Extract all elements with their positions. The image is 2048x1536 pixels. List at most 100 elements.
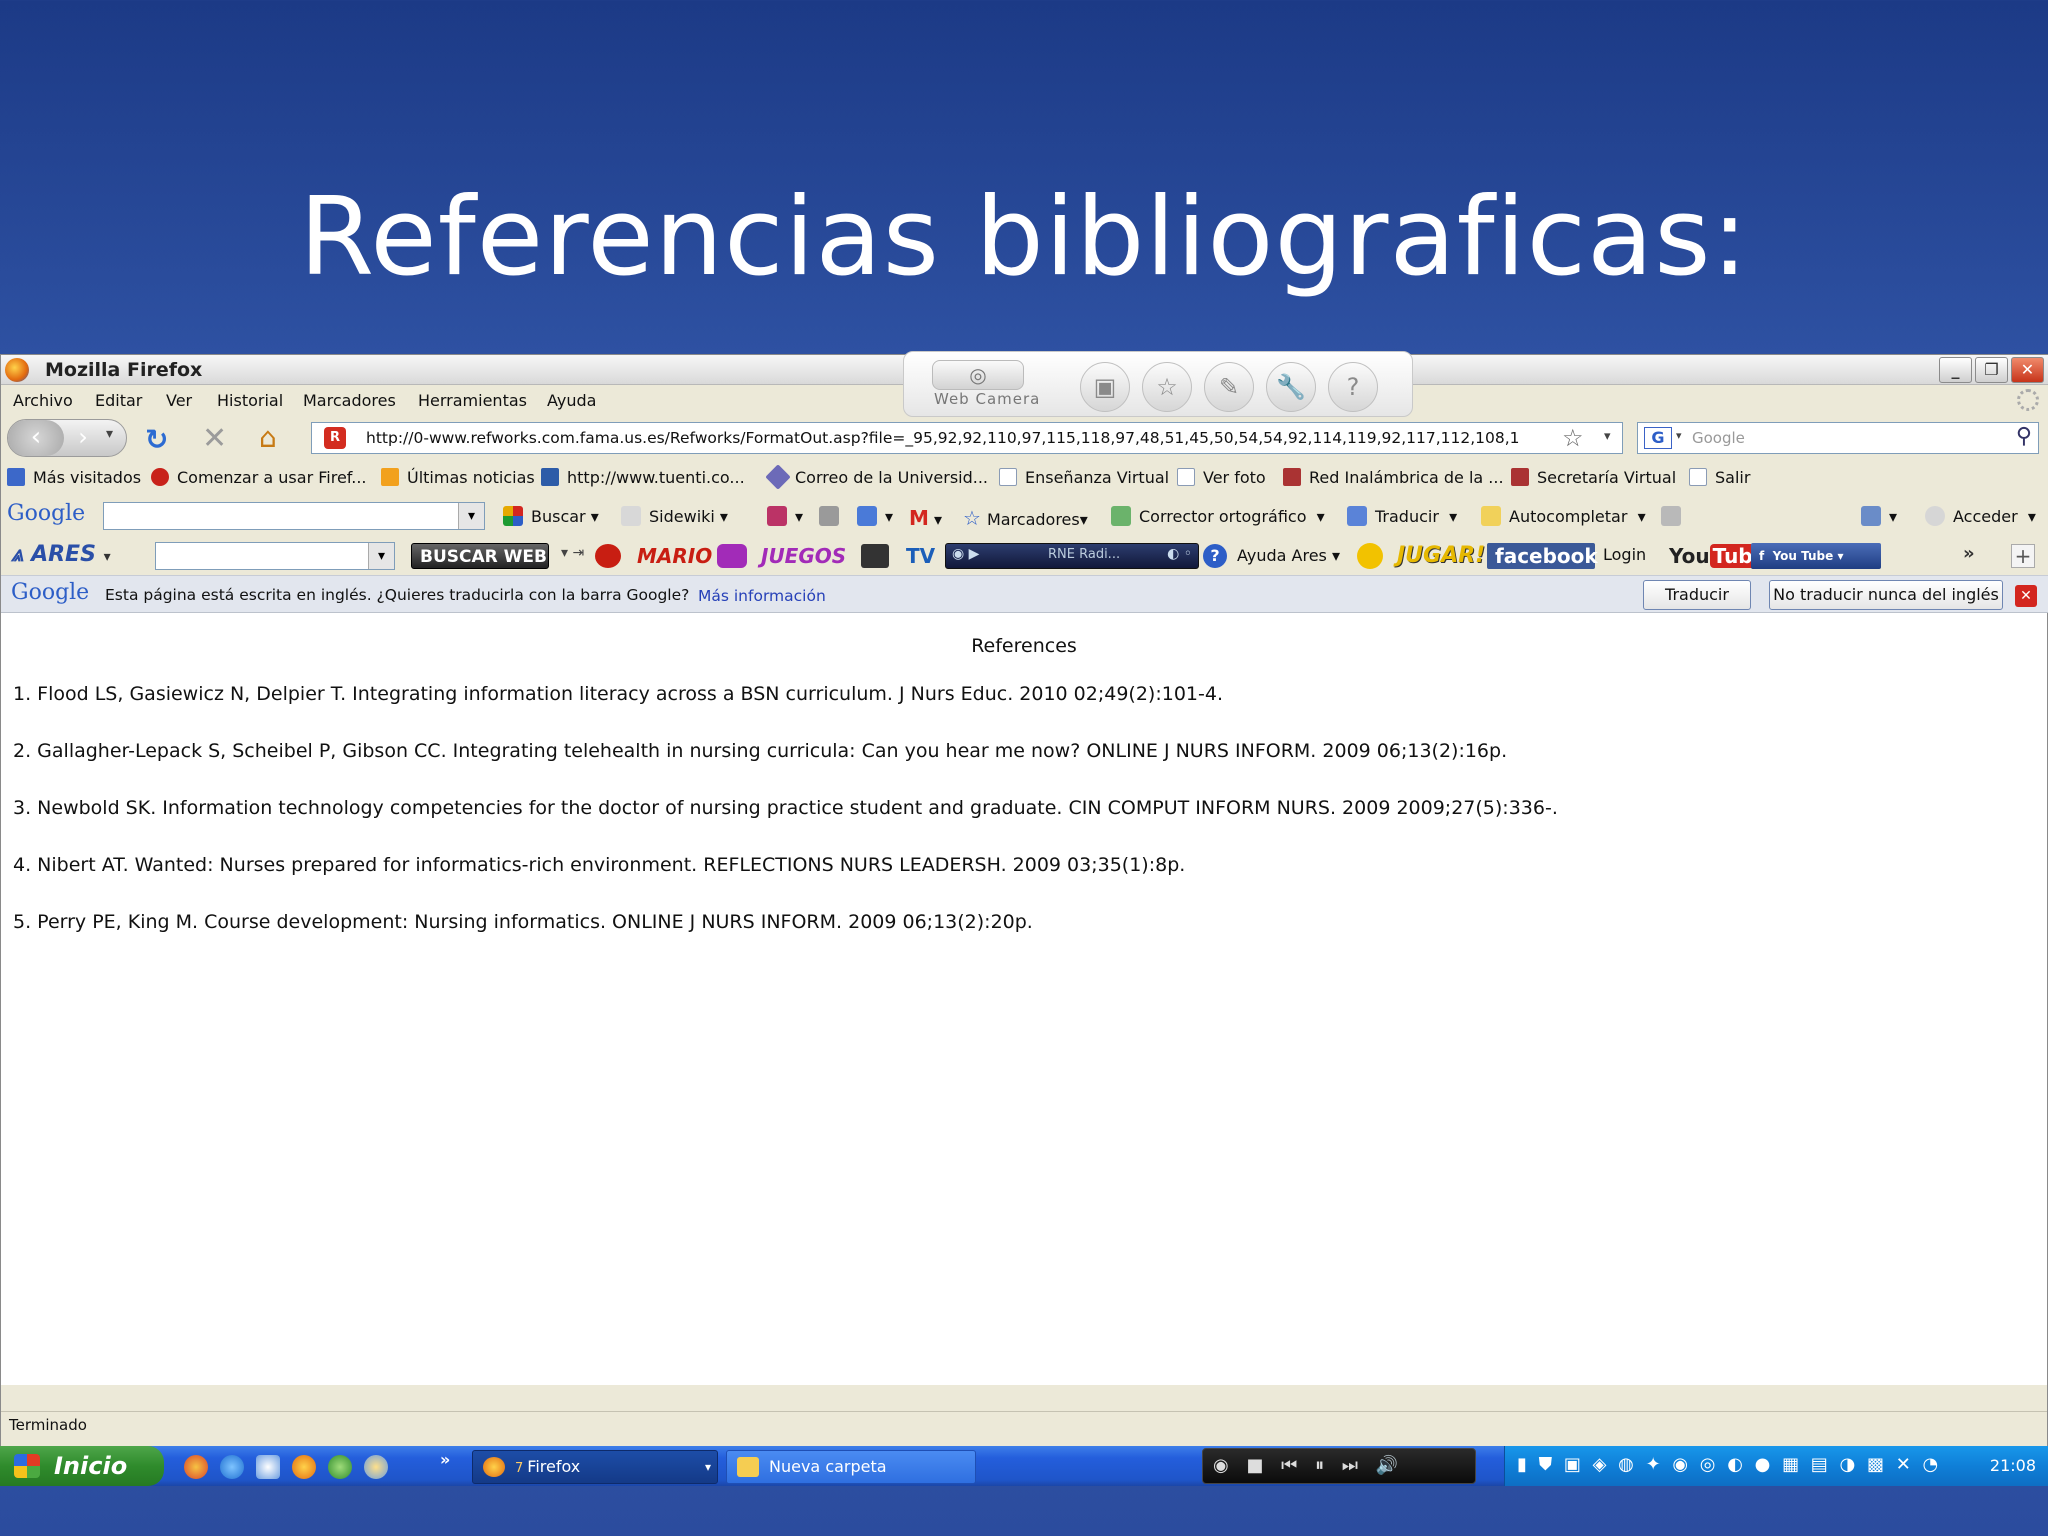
reference-item: 2. Gallagher-Lepack S, Scheibel P, Gibso… bbox=[13, 740, 1508, 762]
menu-ver[interactable]: Ver bbox=[166, 391, 192, 410]
engine-dropdown-icon[interactable]: ▾ bbox=[1676, 429, 1682, 442]
google-marcadores-button[interactable]: ☆ Marcadores▾ bbox=[963, 506, 1088, 530]
slide-title: Referencias bibliograficas: bbox=[299, 175, 1749, 300]
forward-button[interactable]: › bbox=[68, 422, 98, 454]
dropdown-arrow-icon[interactable]: ▾ bbox=[368, 543, 394, 569]
search-icon[interactable]: ⚲ bbox=[2016, 424, 2032, 449]
tuenti-icon bbox=[541, 468, 559, 486]
windows-flag-icon bbox=[14, 1454, 40, 1478]
ares-search-input[interactable]: ▾ bbox=[155, 542, 395, 570]
minimize-button[interactable]: _ bbox=[1939, 357, 1972, 383]
camera-icon[interactable]: ◎ bbox=[932, 360, 1024, 390]
edit-icon[interactable]: ✎ bbox=[1204, 362, 1254, 412]
star-icon[interactable]: ☆ bbox=[1142, 362, 1192, 412]
tv-button[interactable]: TV bbox=[898, 543, 943, 569]
start-button[interactable]: Inicio bbox=[0, 1446, 164, 1486]
gmail-icon[interactable]: M ▾ bbox=[909, 506, 942, 530]
traducir-button[interactable]: Traducir ▾ bbox=[1347, 506, 1457, 526]
url-bar[interactable]: R http://0-www.refworks.com.fama.us.es/R… bbox=[311, 422, 1623, 454]
clock: 21:08 bbox=[1989, 1456, 2036, 1475]
toolbar-overflow-icon[interactable]: » bbox=[1963, 543, 1975, 564]
google-toolbar-input[interactable]: ▾ bbox=[103, 502, 485, 530]
mario-icon bbox=[595, 544, 621, 568]
bookmark-ultimas-noticias[interactable]: Últimas noticias bbox=[381, 468, 535, 487]
quicklaunch-more-icon[interactable]: » bbox=[440, 1450, 450, 1469]
menu-archivo[interactable]: Archivo bbox=[13, 391, 73, 410]
bookmark-tuenti[interactable]: http://www.tuenti.co... bbox=[541, 468, 745, 487]
app-icon[interactable] bbox=[364, 1455, 388, 1479]
chrome-icon[interactable] bbox=[184, 1455, 208, 1479]
volume-icon[interactable]: ◐ ◦ bbox=[1167, 546, 1192, 562]
google-engine-icon[interactable]: G bbox=[1644, 427, 1672, 449]
menu-historial[interactable]: Historial bbox=[217, 391, 283, 410]
bookmark-red-inalambrica[interactable]: Red Inalámbrica de la ... bbox=[1283, 468, 1504, 487]
internet-explorer-icon[interactable] bbox=[220, 1455, 244, 1479]
close-button[interactable]: ✕ bbox=[2011, 357, 2044, 383]
stop-button[interactable]: ✕ bbox=[202, 421, 227, 456]
facebook-youtube-button[interactable]: f You Tube ▾ bbox=[1751, 543, 1881, 569]
google-buscar-button[interactable]: Buscar ▾ bbox=[503, 506, 599, 526]
bookmark-comenzar[interactable]: Comenzar a usar Firef... bbox=[151, 468, 367, 487]
history-dropdown-icon[interactable]: ▾ bbox=[106, 426, 113, 442]
url-dropdown-icon[interactable]: ▾ bbox=[1604, 429, 1611, 444]
bookmark-correo[interactable]: Correo de la Universid... bbox=[765, 464, 988, 490]
taskbar-firefox-button[interactable]: 7 Firefox ▾ bbox=[472, 1450, 718, 1484]
url-text[interactable]: http://0-www.refworks.com.fama.us.es/Ref… bbox=[366, 429, 1556, 447]
bookmark-ensenanza-virtual[interactable]: Enseñanza Virtual bbox=[999, 468, 1169, 487]
maximize-button[interactable]: ❐ bbox=[1975, 357, 2008, 383]
menu-marcadores[interactable]: Marcadores bbox=[303, 391, 396, 410]
more-info-link[interactable]: Más información bbox=[698, 587, 826, 605]
highlight-icon[interactable] bbox=[1661, 506, 1689, 526]
bookmark-mas-visitados[interactable]: Más visitados bbox=[7, 468, 141, 487]
bookmark-secretaria-virtual[interactable]: Secretaría Virtual bbox=[1511, 468, 1676, 487]
autocompletar-button[interactable]: Autocompletar ▾ bbox=[1481, 506, 1646, 526]
tray-icons[interactable]: ▮ ⛊ ▣ ◈ ◍ ✦ ◉ ◎ ◐ ● ▦ ▤ ◑ ▩ ✕ ◔ bbox=[1517, 1454, 1941, 1475]
close-icon[interactable]: ✕ bbox=[2015, 585, 2037, 607]
bookmark-star-icon[interactable]: ☆ bbox=[1562, 424, 1584, 452]
window-icon[interactable] bbox=[256, 1455, 280, 1479]
login-link[interactable]: Login bbox=[1603, 545, 1646, 564]
dropdown-arrow-icon[interactable]: ▾ ⇥ bbox=[561, 545, 584, 561]
radio-station-label: RNE Radi... bbox=[1048, 547, 1121, 562]
search-box[interactable]: G ▾ Google ⚲ bbox=[1637, 422, 2039, 454]
dropdown-arrow-icon[interactable]: ▾ bbox=[458, 503, 484, 529]
acceder-button[interactable]: Acceder ▾ bbox=[1925, 506, 2036, 526]
corrector-ortografico-button[interactable]: Corrector ortográfico ▾ bbox=[1111, 506, 1325, 526]
help-icon[interactable]: ? bbox=[1328, 362, 1378, 412]
pagerank-icon[interactable]: ▾ bbox=[767, 506, 803, 526]
firefox-icon[interactable] bbox=[292, 1455, 316, 1479]
sidewiki-button[interactable]: Sidewiki ▾ bbox=[621, 506, 728, 526]
back-button[interactable]: ‹ bbox=[8, 420, 64, 456]
menu-ayuda[interactable]: Ayuda bbox=[547, 391, 596, 410]
buscar-web-button[interactable]: BUSCAR WEB bbox=[411, 543, 549, 569]
mario-button[interactable]: MARIO bbox=[629, 543, 720, 569]
menu-herramientas[interactable]: Herramientas bbox=[418, 391, 527, 410]
university-icon bbox=[1511, 468, 1529, 486]
add-button-icon[interactable]: + bbox=[2011, 544, 2035, 568]
plus-icon[interactable]: ▾ bbox=[857, 506, 893, 526]
translate-button[interactable]: Traducir bbox=[1643, 580, 1751, 610]
radio-controls-icon[interactable]: ◉ ▶ bbox=[952, 546, 979, 562]
bookmarks-bar: Más visitados Comenzar a usar Firef... Ú… bbox=[1, 461, 2048, 495]
never-translate-button[interactable]: No traducir nunca del inglés bbox=[1769, 580, 2003, 610]
reload-button[interactable]: ↻ bbox=[145, 423, 168, 456]
juegos-button[interactable]: JUEGOS bbox=[753, 543, 854, 569]
radio-player[interactable]: ◉ ▶ RNE Radi... ◐ ◦ bbox=[945, 543, 1199, 569]
bookmark-salir[interactable]: Salir bbox=[1689, 468, 1750, 487]
media-player-toolbar[interactable]: ◉ ■ ⏮ ⏸ ⏭ 🔊 bbox=[1202, 1448, 1476, 1484]
taskbar-folder-button[interactable]: Nueva carpeta bbox=[726, 1450, 976, 1484]
contact-icon[interactable]: ▣ bbox=[1080, 362, 1130, 412]
jugar-button[interactable]: JUGAR! bbox=[1389, 543, 1493, 569]
search-input[interactable]: Google bbox=[1692, 429, 1745, 447]
menu-editar[interactable]: Editar bbox=[95, 391, 142, 410]
bookmark-ver-foto[interactable]: Ver foto bbox=[1177, 468, 1266, 487]
ayuda-ares-button[interactable]: ? Ayuda Ares ▾ bbox=[1203, 544, 1340, 568]
system-tray: ▮ ⛊ ▣ ◈ ◍ ✦ ◉ ◎ ◐ ● ▦ ▤ ◑ ▩ ✕ ◔ 21:08 bbox=[1504, 1446, 2048, 1486]
media-controls-icon[interactable]: ◉ ■ ⏮ ⏸ ⏭ 🔊 bbox=[1213, 1455, 1404, 1476]
messenger-icon[interactable] bbox=[328, 1455, 352, 1479]
home-button[interactable]: ⌂ bbox=[259, 421, 277, 454]
bank-icon[interactable] bbox=[819, 506, 847, 526]
wrench-icon[interactable]: ▾ bbox=[1861, 506, 1897, 526]
wrench-icon[interactable]: 🔧 bbox=[1266, 362, 1316, 412]
facebook-button[interactable]: facebook bbox=[1487, 543, 1598, 569]
